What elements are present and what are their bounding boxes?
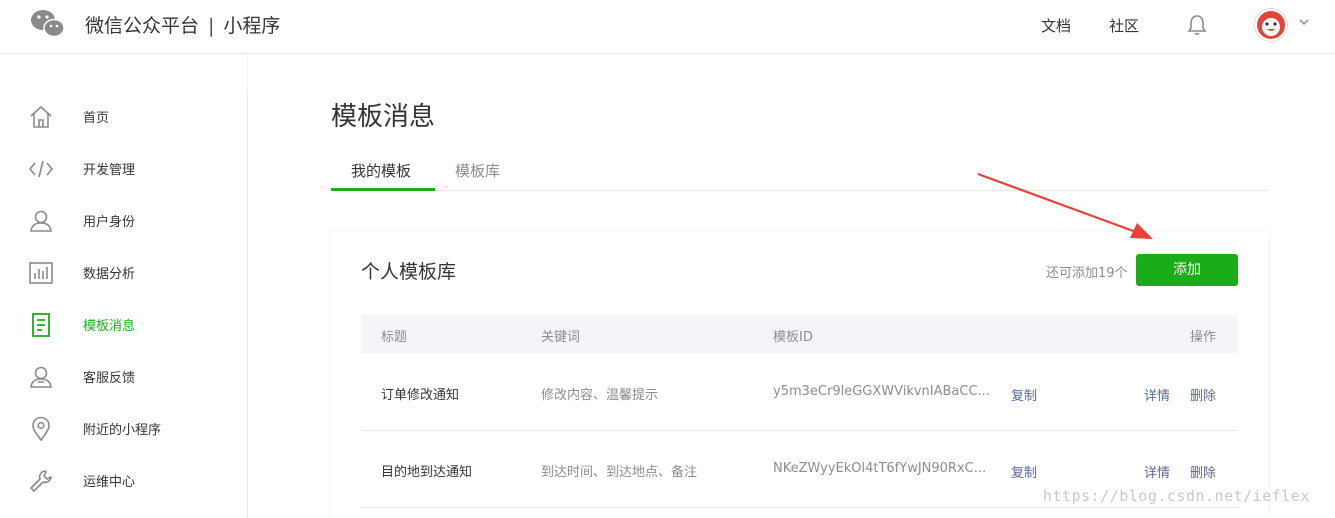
sidebar-item-customer-feedback[interactable]: 客服反馈 xyxy=(0,357,247,397)
quota-text: 还可添加19个 xyxy=(1046,266,1128,281)
sidebar-item-home[interactable]: 首页 xyxy=(0,97,247,137)
tab-my-templates[interactable]: 我的模板 xyxy=(351,160,411,181)
avatar-face-icon xyxy=(1257,11,1285,39)
column-header-template-id: 模板ID xyxy=(773,330,813,345)
sidebar-item-label: 模板消息 xyxy=(83,319,136,334)
home-icon xyxy=(30,105,52,128)
wechat-logo-icon[interactable] xyxy=(30,8,66,40)
sidebar-item-ops-center[interactable]: 运维中心 xyxy=(0,461,247,501)
row-divider xyxy=(361,430,1238,431)
sidebar-item-data-analysis[interactable]: 数据分析 xyxy=(0,253,247,293)
add-template-button[interactable]: 添加 xyxy=(1136,254,1238,286)
row-template-id: NKeZWyyEkOl4tT6fYwJN90RxC... xyxy=(773,461,987,476)
sidebar-item-template-message[interactable]: 模板消息 xyxy=(0,305,247,345)
row-keywords: 修改内容、温馨提示 xyxy=(541,388,659,403)
bar-chart-icon xyxy=(29,262,53,284)
sidebar-item-user-identity[interactable]: 用户身份 xyxy=(0,201,247,241)
row-title: 目的地到达通知 xyxy=(381,465,473,480)
avatar[interactable] xyxy=(1254,8,1288,42)
row-keywords: 到达时间、到达地点、备注 xyxy=(541,465,698,480)
brand-sub: 小程序 xyxy=(223,15,281,37)
delete-link[interactable]: 删除 xyxy=(1190,462,1216,481)
document-icon xyxy=(32,313,50,337)
sidebar-item-label: 客服反馈 xyxy=(83,371,136,386)
wrench-icon xyxy=(30,470,52,492)
page-title: 模板消息 xyxy=(331,102,436,132)
location-pin-icon xyxy=(32,416,50,442)
column-header-actions: 操作 xyxy=(1190,330,1217,345)
brand-separator: | xyxy=(208,15,215,37)
active-tab-indicator xyxy=(331,188,435,191)
nav-docs-link[interactable]: 文档 xyxy=(1041,15,1071,36)
nav-community-link[interactable]: 社区 xyxy=(1109,15,1139,36)
watermark: https://blog.csdn.net/ieflex xyxy=(1043,487,1310,505)
sidebar-item-label: 首页 xyxy=(83,111,110,126)
column-header-title: 标题 xyxy=(381,330,408,345)
copy-link[interactable]: 复制 xyxy=(1011,385,1037,404)
detail-link[interactable]: 详情 xyxy=(1144,385,1170,404)
row-template-id: y5m3eCr9leGGXWVikvnIABaCC... xyxy=(773,384,990,399)
brand-title: 微信公众平台 | 小程序 xyxy=(85,11,280,38)
brand-main: 微信公众平台 xyxy=(85,15,200,37)
sidebar-item-label: 附近的小程序 xyxy=(83,423,162,438)
sidebar-item-nearby-miniprogram[interactable]: 附近的小程序 xyxy=(0,409,247,449)
annotation-arrow-icon xyxy=(977,172,1153,239)
card-title: 个人模板库 xyxy=(361,261,457,283)
sidebar-item-label: 用户身份 xyxy=(83,215,136,230)
tab-template-library[interactable]: 模板库 xyxy=(455,160,500,181)
sidebar-item-label: 数据分析 xyxy=(83,267,136,282)
top-bar: 微信公众平台 | 小程序 文档 社区 xyxy=(0,0,1335,54)
copy-link[interactable]: 复制 xyxy=(1011,462,1037,481)
delete-link[interactable]: 删除 xyxy=(1190,385,1216,404)
row-divider xyxy=(361,507,1238,508)
column-header-keywords: 关键词 xyxy=(541,330,581,345)
code-icon xyxy=(28,160,54,178)
bell-icon[interactable] xyxy=(1186,13,1208,37)
sidebar-item-dev-manage[interactable]: 开发管理 xyxy=(0,149,247,189)
sidebar-item-label: 开发管理 xyxy=(83,163,136,178)
service-user-icon xyxy=(30,366,52,388)
detail-link[interactable]: 详情 xyxy=(1144,462,1170,481)
user-icon xyxy=(30,210,52,232)
sidebar-item-label: 运维中心 xyxy=(83,475,136,490)
chevron-down-icon[interactable] xyxy=(1297,15,1311,29)
row-title: 订单修改通知 xyxy=(381,388,460,403)
